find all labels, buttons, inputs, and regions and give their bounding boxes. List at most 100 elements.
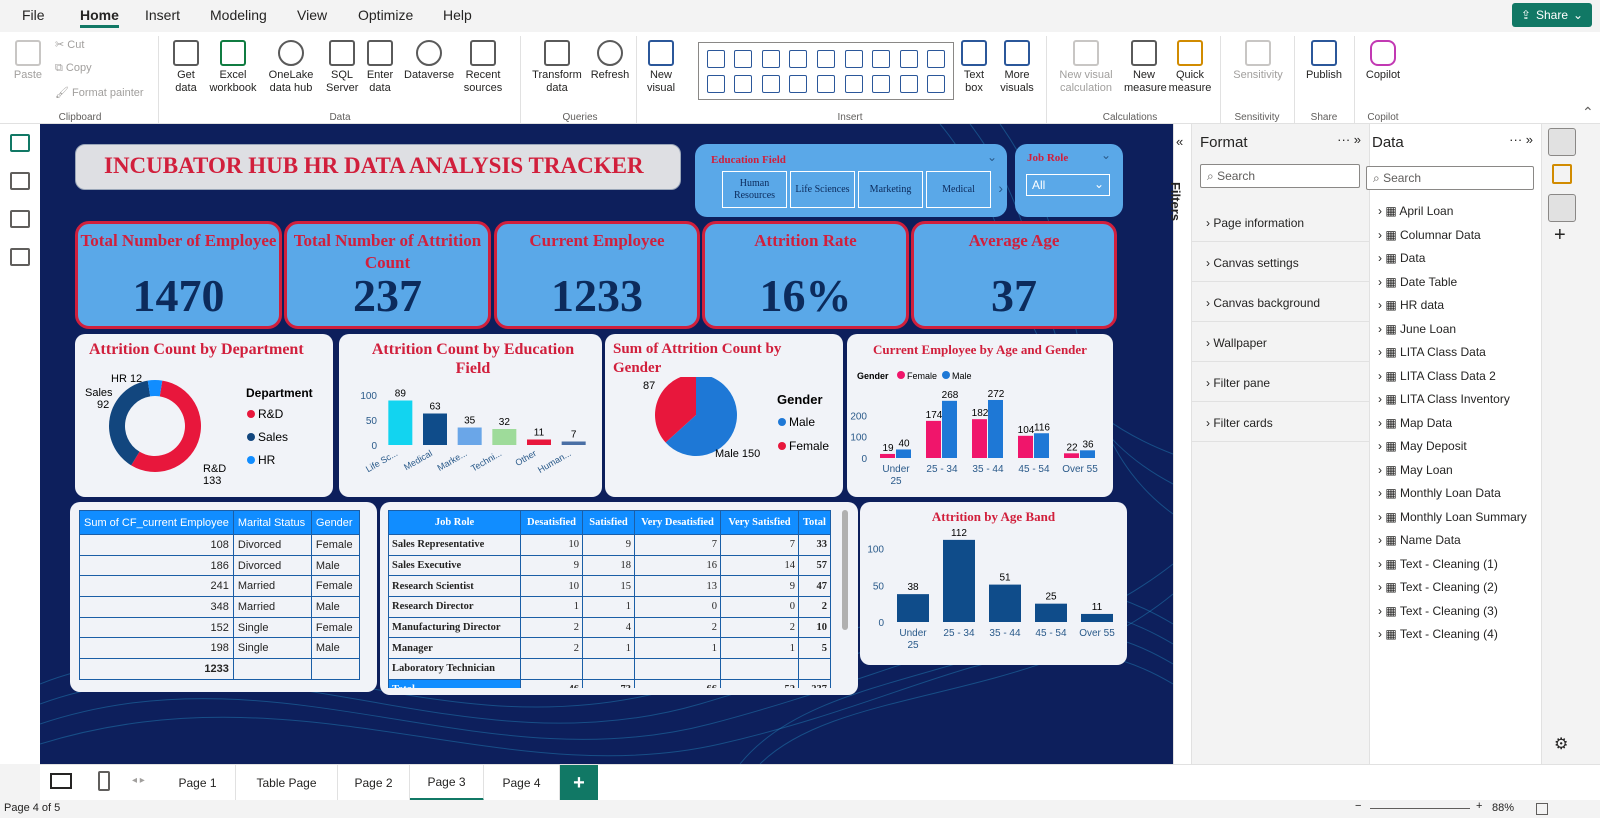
visual-type-icon[interactable] (872, 74, 891, 93)
add-page-button[interactable]: + (560, 765, 598, 801)
format-section[interactable]: › Wallpaper (1192, 322, 1370, 362)
sensitivity-button[interactable]: Sensitivity (1228, 40, 1288, 82)
new-visual-button[interactable]: New visual (643, 40, 679, 95)
format-search-input[interactable]: ⌕ Search (1200, 164, 1360, 188)
data-table-item[interactable]: › ▦ Text - Cleaning (2) (1378, 580, 1498, 594)
column-header[interactable]: Job Role (388, 510, 521, 535)
menu-insert[interactable]: Insert (145, 7, 180, 23)
add-pane-icon[interactable]: + (1554, 224, 1566, 247)
settings-icon[interactable]: ⚙ (1554, 734, 1568, 754)
report-view-icon[interactable] (10, 134, 30, 152)
copy-button[interactable]: ⧉ Copy (55, 62, 92, 75)
format-painter-button[interactable]: 🖌 Format painter (55, 86, 144, 99)
data-table-item[interactable]: › ▦ Date Table (1378, 275, 1457, 289)
format-pane-icon[interactable] (1548, 194, 1576, 222)
share-button[interactable]: ⇪ Share ⌄ (1512, 3, 1592, 27)
page-tab[interactable]: Page 3 (410, 765, 484, 801)
page-tab[interactable]: Table Page (236, 765, 338, 801)
refresh-button[interactable]: Refresh (588, 40, 632, 82)
data-table-item[interactable]: › ▦ May Deposit (1378, 439, 1467, 453)
data-table-item[interactable]: › ▦ LITA Class Data 2 (1378, 369, 1496, 383)
collapse-ribbon-icon[interactable]: ⌃ (1582, 104, 1594, 121)
sql-server-button[interactable]: SQL Server (326, 40, 358, 95)
visual-type-icon[interactable] (927, 74, 946, 93)
data-table-item[interactable]: › ▦ Text - Cleaning (1) (1378, 557, 1498, 571)
data-table-item[interactable]: › ▦ LITA Class Data (1378, 345, 1486, 359)
slicer-option[interactable]: Medical (926, 171, 991, 208)
visual-type-icon[interactable] (761, 74, 780, 93)
page-tab[interactable]: Page 2 (338, 765, 410, 801)
column-header[interactable]: Very Satisfied (720, 510, 799, 535)
data-table-item[interactable]: › ▦ Text - Cleaning (4) (1378, 627, 1498, 641)
slicer-option[interactable]: Marketing (858, 171, 923, 208)
zoom-in-icon[interactable]: + (1476, 800, 1482, 812)
format-section[interactable]: › Canvas settings (1192, 242, 1370, 282)
recent-sources-button[interactable]: Recent sources (458, 40, 508, 95)
visual-type-icon[interactable] (734, 74, 753, 93)
data-table-item[interactable]: › ▦ April Loan (1378, 204, 1453, 218)
slicer-option[interactable]: Human Resources (722, 171, 787, 208)
column-header[interactable]: Sum of CF_current Employee (79, 510, 234, 535)
get-data-button[interactable]: Get data (170, 40, 202, 95)
quick-measure-button[interactable]: Quick measure (1168, 40, 1212, 95)
column-header[interactable]: Desatisfied (520, 510, 583, 535)
visual-type-icon[interactable] (816, 74, 835, 93)
visual-type-icon[interactable] (706, 74, 725, 93)
visual-type-icon[interactable] (927, 49, 946, 68)
more-options-icon[interactable]: ··· » (1509, 132, 1533, 147)
menu-home[interactable]: Home (80, 7, 119, 28)
data-table-item[interactable]: › ▦ June Loan (1378, 322, 1456, 336)
more-options-icon[interactable]: ··· » (1337, 132, 1361, 147)
data-table-item[interactable]: › ▦ HR data (1378, 298, 1444, 312)
cut-button[interactable]: ✂ Cut (55, 38, 84, 51)
menu-view[interactable]: View (297, 7, 327, 23)
publish-button[interactable]: Publish (1300, 40, 1348, 82)
data-table-item[interactable]: › ▦ Name Data (1378, 533, 1461, 547)
model-view-icon[interactable] (10, 210, 30, 228)
transform-data-button[interactable]: Transform data (530, 40, 584, 95)
chevron-right-icon[interactable]: › (998, 180, 1003, 196)
job-role-dropdown[interactable]: All ⌄ (1026, 174, 1110, 196)
format-section[interactable]: › Filter cards (1192, 402, 1370, 442)
scroll-tabs-icon[interactable]: ◂ ▸ (132, 775, 145, 786)
filters-pane-collapsed[interactable]: « Filters (1168, 124, 1191, 764)
column-header[interactable]: Total (798, 510, 831, 535)
visual-type-icon[interactable] (789, 49, 808, 68)
table-view-icon[interactable] (10, 172, 30, 190)
visual-type-icon[interactable] (844, 49, 863, 68)
zoom-slider[interactable] (1370, 808, 1470, 809)
data-table-item[interactable]: › ▦ Data (1378, 251, 1425, 265)
data-table-item[interactable]: › ▦ Columnar Data (1378, 228, 1481, 242)
data-table-item[interactable]: › ▦ Text - Cleaning (3) (1378, 604, 1498, 618)
page-tab[interactable]: Page 4 (484, 765, 560, 801)
data-table-item[interactable]: › ▦ Map Data (1378, 416, 1452, 430)
data-table-item[interactable]: › ▦ Monthly Loan Data (1378, 486, 1501, 500)
fit-to-page-icon[interactable] (1536, 803, 1548, 815)
mobile-layout-icon[interactable] (98, 771, 110, 791)
table-scrollbar[interactable] (842, 510, 848, 630)
data-table-item[interactable]: › ▦ May Loan (1378, 463, 1453, 477)
visual-type-icon[interactable] (734, 49, 753, 68)
chevron-left-icon[interactable]: « (1176, 134, 1183, 149)
menu-modeling[interactable]: Modeling (210, 7, 267, 23)
excel-workbook-button[interactable]: Excel workbook (207, 40, 259, 95)
job-role-table[interactable]: Job Role Desatisfied Satisfied Very Desatis… (388, 510, 831, 688)
data-table-item[interactable]: › ▦ Monthly Loan Summary (1378, 510, 1527, 524)
dax-query-view-icon[interactable] (10, 248, 30, 266)
chevron-down-icon[interactable]: ⌄ (1101, 148, 1111, 162)
menu-optimize[interactable]: Optimize (358, 7, 413, 23)
visual-type-icon[interactable] (816, 49, 835, 68)
desktop-layout-icon[interactable] (50, 773, 72, 789)
column-header[interactable]: Satisfied (582, 510, 635, 535)
slicer-option[interactable]: Life Sciences (790, 171, 855, 208)
format-section[interactable]: › Page information (1192, 202, 1370, 242)
copilot-button[interactable]: Copilot (1360, 40, 1406, 82)
column-header[interactable]: Very Desatisfied (634, 510, 721, 535)
new-visual-calculation-button[interactable]: New visual calculation (1052, 40, 1120, 95)
menu-help[interactable]: Help (443, 7, 472, 23)
marital-status-table[interactable]: Sum of CF_current Employee Marital Status… (79, 510, 360, 680)
column-header[interactable]: Gender (310, 510, 360, 535)
new-measure-button[interactable]: New measure (1124, 40, 1167, 95)
data-table-item[interactable]: › ▦ LITA Class Inventory (1378, 392, 1510, 406)
menu-file[interactable]: File (22, 7, 45, 23)
